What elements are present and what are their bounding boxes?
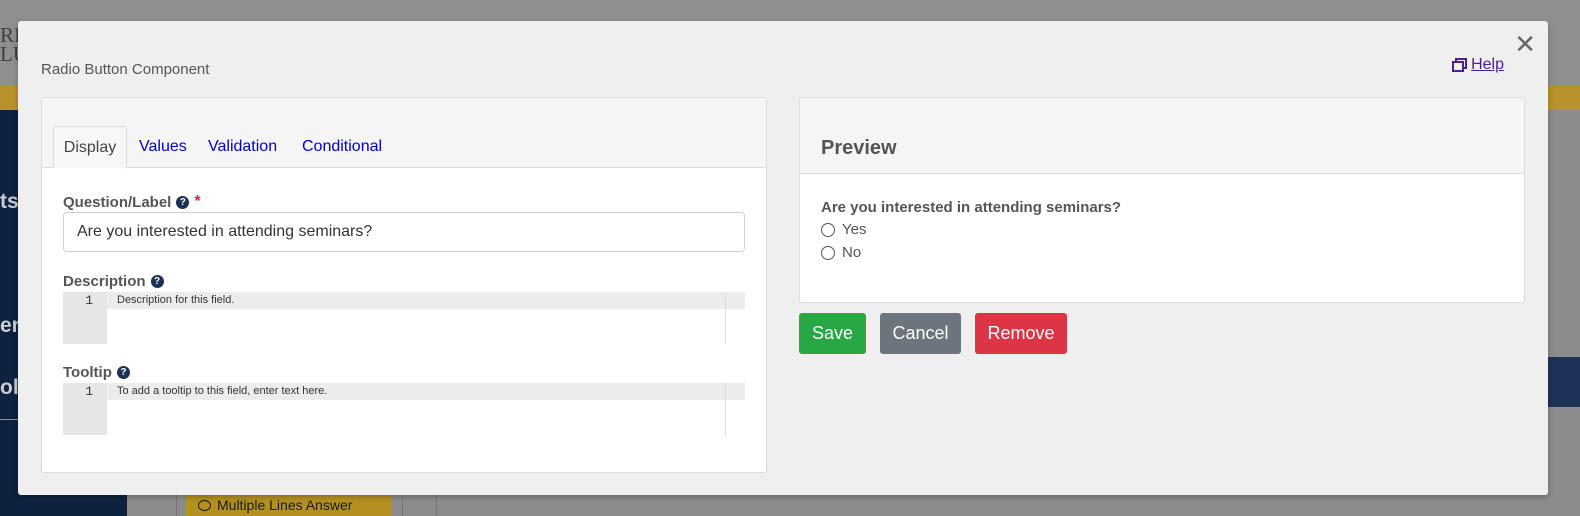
- question-circle-icon[interactable]: ?: [176, 195, 190, 209]
- background-chip: Multiple Lines Answer: [186, 494, 392, 516]
- preview-title: Preview: [821, 137, 897, 159]
- tab-values[interactable]: Values: [139, 126, 187, 168]
- preview-question: Are you interested in attending seminars…: [821, 199, 1122, 216]
- description-label-text: Description: [63, 273, 146, 290]
- radio-button[interactable]: [821, 245, 835, 260]
- background-divider: [0, 419, 20, 420]
- preview-header: Preview: [800, 98, 1524, 174]
- cancel-button[interactable]: Cancel: [880, 313, 961, 354]
- tooltip-label: Tooltip ?: [63, 364, 130, 381]
- editor-print-margin: [725, 383, 726, 435]
- save-button[interactable]: Save: [799, 313, 866, 354]
- tooltip-editor[interactable]: 1 To add a tooltip to this field, enter …: [63, 383, 745, 435]
- tab-display[interactable]: Display: [53, 126, 127, 169]
- line-number: 1: [85, 384, 93, 399]
- close-icon[interactable]: ✕: [1514, 31, 1536, 57]
- background-chip-label: Multiple Lines Answer: [217, 497, 353, 513]
- description-editor[interactable]: 1 Description for this field.: [63, 292, 745, 344]
- background-right-block: [1548, 357, 1580, 407]
- comment-icon: [198, 500, 211, 511]
- help-link[interactable]: Help: [1452, 56, 1504, 74]
- description-label: Description ?: [63, 273, 164, 290]
- modal-title: Radio Button Component: [41, 61, 210, 78]
- background-sidebar-text: ol: [0, 376, 19, 399]
- help-label: Help: [1471, 56, 1504, 73]
- tooltip-placeholder: To add a tooltip to this field, enter te…: [117, 385, 328, 397]
- radio-option-yes[interactable]: Yes: [821, 221, 866, 238]
- description-placeholder: Description for this field.: [117, 294, 235, 306]
- radio-option-label: Yes: [842, 221, 867, 238]
- radio-option-label: No: [842, 244, 862, 261]
- question-circle-icon[interactable]: ?: [150, 275, 164, 288]
- tab-conditional[interactable]: Conditional: [302, 126, 382, 168]
- radio-option-no[interactable]: No: [821, 244, 861, 261]
- editor-print-margin: [725, 292, 726, 344]
- external-window-icon: [1452, 58, 1468, 72]
- question-circle-icon[interactable]: ?: [116, 366, 130, 379]
- tab-bar: Display Values Validation Conditional: [42, 98, 766, 169]
- component-modal: ✕ Radio Button Component Help Display Va…: [18, 21, 1548, 495]
- line-number: 1: [85, 293, 93, 308]
- remove-button[interactable]: Remove: [975, 313, 1067, 354]
- question-input[interactable]: [63, 212, 745, 252]
- question-label: Question/Label ? *: [63, 193, 201, 211]
- question-label-text: Question/Label: [63, 193, 172, 211]
- preview-panel: Preview Are you interested in attending …: [799, 97, 1525, 303]
- required-marker: *: [194, 193, 201, 210]
- tooltip-label-text: Tooltip: [63, 364, 112, 381]
- edit-panel: Display Values Validation Conditional Qu…: [41, 97, 767, 473]
- background-sidebar-text: ts: [0, 190, 19, 213]
- radio-button[interactable]: [821, 222, 835, 237]
- tab-validation[interactable]: Validation: [208, 126, 277, 168]
